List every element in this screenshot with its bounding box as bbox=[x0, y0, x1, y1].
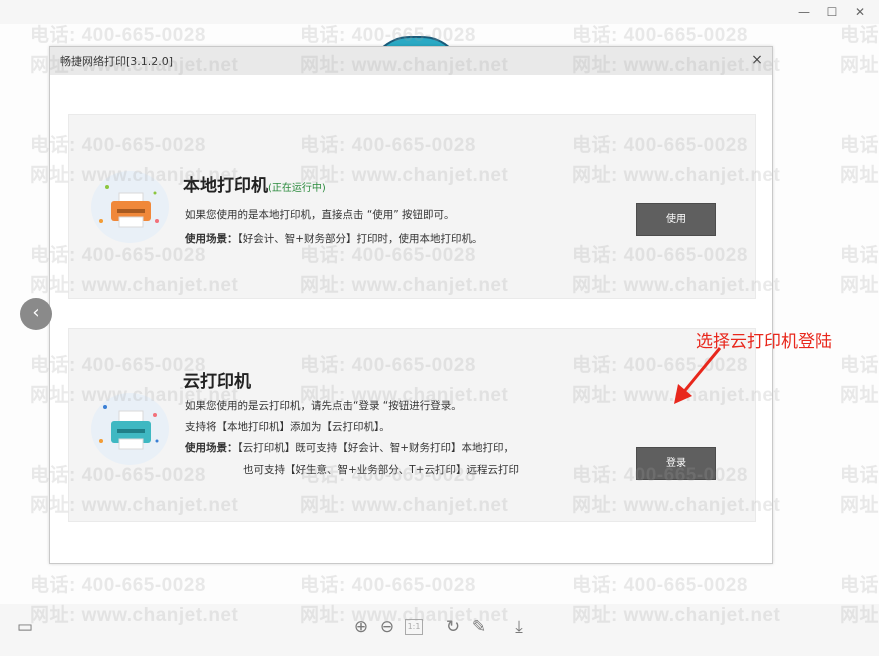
local-printer-card: 本地打印机(正在运行中) 如果您使用的是本地打印机，直接点击 “使用” 按钮即可… bbox=[68, 114, 756, 299]
edit-pen-icon[interactable]: ✎ bbox=[468, 616, 490, 638]
local-printer-title: 本地打印机 bbox=[183, 176, 268, 196]
maximize-icon[interactable]: ☐ bbox=[823, 3, 841, 21]
cloud-scene-text: 【云打印机】既可支持【好会计、智+财务打印】本地打印， bbox=[237, 442, 515, 454]
minimize-icon[interactable]: — bbox=[795, 3, 813, 21]
window-title-bar bbox=[0, 0, 879, 24]
dialog-title-bar: 畅捷网络打印[3.1.2.0] × bbox=[50, 47, 772, 75]
viewer-toolbar bbox=[0, 604, 879, 656]
dialog-title: 畅捷网络打印[3.1.2.0] bbox=[60, 55, 174, 68]
printer-icon bbox=[99, 185, 159, 228]
cloud-desc-1: 如果您使用的是云打印机，请先点击“登录 “按钮进行登录。 bbox=[185, 400, 462, 412]
zoom-in-icon[interactable]: ⊕ bbox=[350, 616, 372, 638]
local-desc: 如果您使用的是本地打印机，直接点击 “使用” 按钮即可。 bbox=[185, 209, 455, 221]
annotation-arrow-icon bbox=[674, 347, 722, 404]
zoom-out-icon[interactable]: ⊖ bbox=[376, 616, 398, 638]
local-scene: 使用场景：【好会计、智+财务部分】打印时，使用本地打印机。 bbox=[185, 231, 483, 246]
thumbnail-icon[interactable]: ▭ bbox=[14, 616, 36, 638]
running-status: (正在运行中) bbox=[268, 183, 326, 194]
local-printer-heading: 本地打印机(正在运行中) bbox=[183, 171, 326, 196]
cloud-printer-title: 云打印机 bbox=[183, 372, 251, 392]
cloud-scene: 使用场景：【云打印机】既可支持【好会计、智+财务打印】本地打印， bbox=[185, 440, 514, 455]
previous-image-button[interactable]: ‹ bbox=[20, 298, 52, 330]
dialog-close-button[interactable]: × bbox=[748, 51, 766, 69]
login-button[interactable]: 登录 bbox=[636, 447, 716, 480]
cloud-printer-card: 云打印机 如果您使用的是云打印机，请先点击“登录 “按钮进行登录。 支持将【本地… bbox=[68, 328, 756, 522]
cloud-desc-2: 支持将【本地打印机】添加为【云打印机】。 bbox=[185, 421, 390, 433]
local-printer-illustration bbox=[91, 171, 169, 243]
local-scene-text: 【好会计、智+财务部分】打印时，使用本地打印机。 bbox=[237, 233, 483, 245]
cloud-printer-illustration bbox=[91, 393, 169, 465]
cloud-scene-2: 也可支持【好生意、智+业务部分、T+云打印】远程云打印 bbox=[243, 464, 520, 476]
close-icon[interactable]: ✕ bbox=[851, 3, 869, 21]
print-dialog: 畅捷网络打印[3.1.2.0] × 本地打印机(正在运行中) 如果您使用的是本地… bbox=[49, 46, 773, 564]
local-scene-label: 使用场景： bbox=[185, 233, 238, 245]
use-button[interactable]: 使用 bbox=[636, 203, 716, 236]
cloud-printer-icon bbox=[99, 405, 159, 450]
cloud-scene-label: 使用场景： bbox=[185, 442, 238, 454]
chevron-left-icon: ‹ bbox=[32, 302, 40, 323]
rotate-icon[interactable]: ↻ bbox=[442, 616, 464, 638]
actual-size-icon[interactable]: 1:1 bbox=[405, 619, 423, 635]
download-icon[interactable]: ⤓ bbox=[508, 616, 530, 638]
